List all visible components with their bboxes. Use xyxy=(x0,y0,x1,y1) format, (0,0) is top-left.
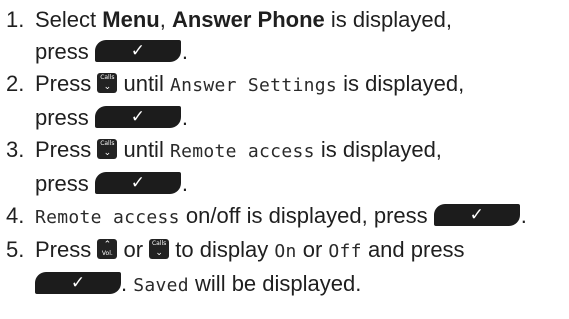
answer-phone-label: Answer Phone xyxy=(171,7,325,32)
step-text: . xyxy=(181,171,189,196)
check-icon: ✓ xyxy=(130,173,146,193)
step-text: until xyxy=(117,71,170,96)
step-text: . xyxy=(181,105,189,130)
display-text-saved: Saved xyxy=(133,275,189,296)
step-number: 5. xyxy=(6,237,25,262)
chevron-up-icon: ⌃ xyxy=(103,240,112,250)
check-icon: ✓ xyxy=(70,273,86,293)
ok-button-icon: ✓ xyxy=(433,204,520,226)
calls-key-label: Calls xyxy=(100,140,115,147)
ok-button-icon: ✓ xyxy=(35,272,121,294)
step-text: or xyxy=(296,237,329,262)
vol-key-label: Vol. xyxy=(101,250,113,257)
check-icon: ✓ xyxy=(130,41,146,61)
step-number: 3. xyxy=(6,137,25,162)
calls-down-key-icon: Calls ⌄ xyxy=(97,139,118,159)
step-4: 4. Remote access on/off is displayed, pr… xyxy=(6,200,568,234)
step-text: is displayed, xyxy=(337,71,465,96)
step-text: Press xyxy=(35,71,98,96)
step-text: is displayed, xyxy=(314,137,442,162)
instructions-page: 1. Select Menu, Answer Phone is displaye… xyxy=(0,0,569,319)
calls-key-label: Calls xyxy=(151,240,167,247)
display-text-on: On xyxy=(274,241,297,262)
step-text: on/off is displayed, press xyxy=(179,203,434,228)
step-text: Press xyxy=(35,137,98,162)
ok-button-icon: ✓ xyxy=(94,40,181,62)
chevron-down-icon: ⌄ xyxy=(103,148,112,158)
ok-button-icon: ✓ xyxy=(94,106,181,128)
step-text: and press xyxy=(361,237,465,262)
step-text: Select xyxy=(35,7,103,32)
chevron-down-icon: ⌄ xyxy=(155,248,163,258)
step-number: 2. xyxy=(6,71,25,96)
step-text: press xyxy=(35,105,95,130)
vol-up-key-icon: ⌃ Vol. xyxy=(97,239,118,259)
step-text: press xyxy=(35,39,95,64)
step-text: . xyxy=(181,39,189,64)
step-number: 1. xyxy=(6,7,25,32)
step-text: . xyxy=(520,203,527,228)
step-1: 1. Select Menu, Answer Phone is displaye… xyxy=(6,4,568,68)
display-text: Answer Settings xyxy=(169,75,338,96)
menu-label: Menu xyxy=(102,7,160,32)
step-2: 2. Press Calls ⌄ until Answer Settings is… xyxy=(6,68,568,134)
step-text: until xyxy=(117,137,170,162)
step-text: . xyxy=(121,271,134,296)
calls-key-label: Calls xyxy=(100,74,115,81)
step-text: to display xyxy=(169,237,275,262)
step-text: or xyxy=(117,237,150,262)
step-text: will be displayed. xyxy=(188,271,362,296)
display-text-off: Off xyxy=(328,241,362,262)
calls-down-key-icon: Calls ⌄ xyxy=(149,239,170,259)
ok-button-icon: ✓ xyxy=(94,172,181,194)
step-text: , xyxy=(159,7,172,32)
step-3: 3. Press Calls ⌄ until Remote access is d… xyxy=(6,134,568,200)
step-number: 4. xyxy=(6,203,25,228)
step-5: 5. Press ⌃ Vol. or Calls ⌄ to display On o… xyxy=(6,234,568,302)
step-text: press xyxy=(35,171,95,196)
step-text: is displayed, xyxy=(324,7,452,32)
chevron-down-icon: ⌄ xyxy=(103,82,112,92)
check-icon: ✓ xyxy=(469,205,484,225)
display-text: Remote access xyxy=(35,207,180,228)
calls-down-key-icon: Calls ⌄ xyxy=(97,73,118,93)
check-icon: ✓ xyxy=(130,107,146,127)
display-text: Remote access xyxy=(169,141,315,162)
step-text: Press xyxy=(35,237,98,262)
steps-list: 1. Select Menu, Answer Phone is displaye… xyxy=(6,4,568,302)
